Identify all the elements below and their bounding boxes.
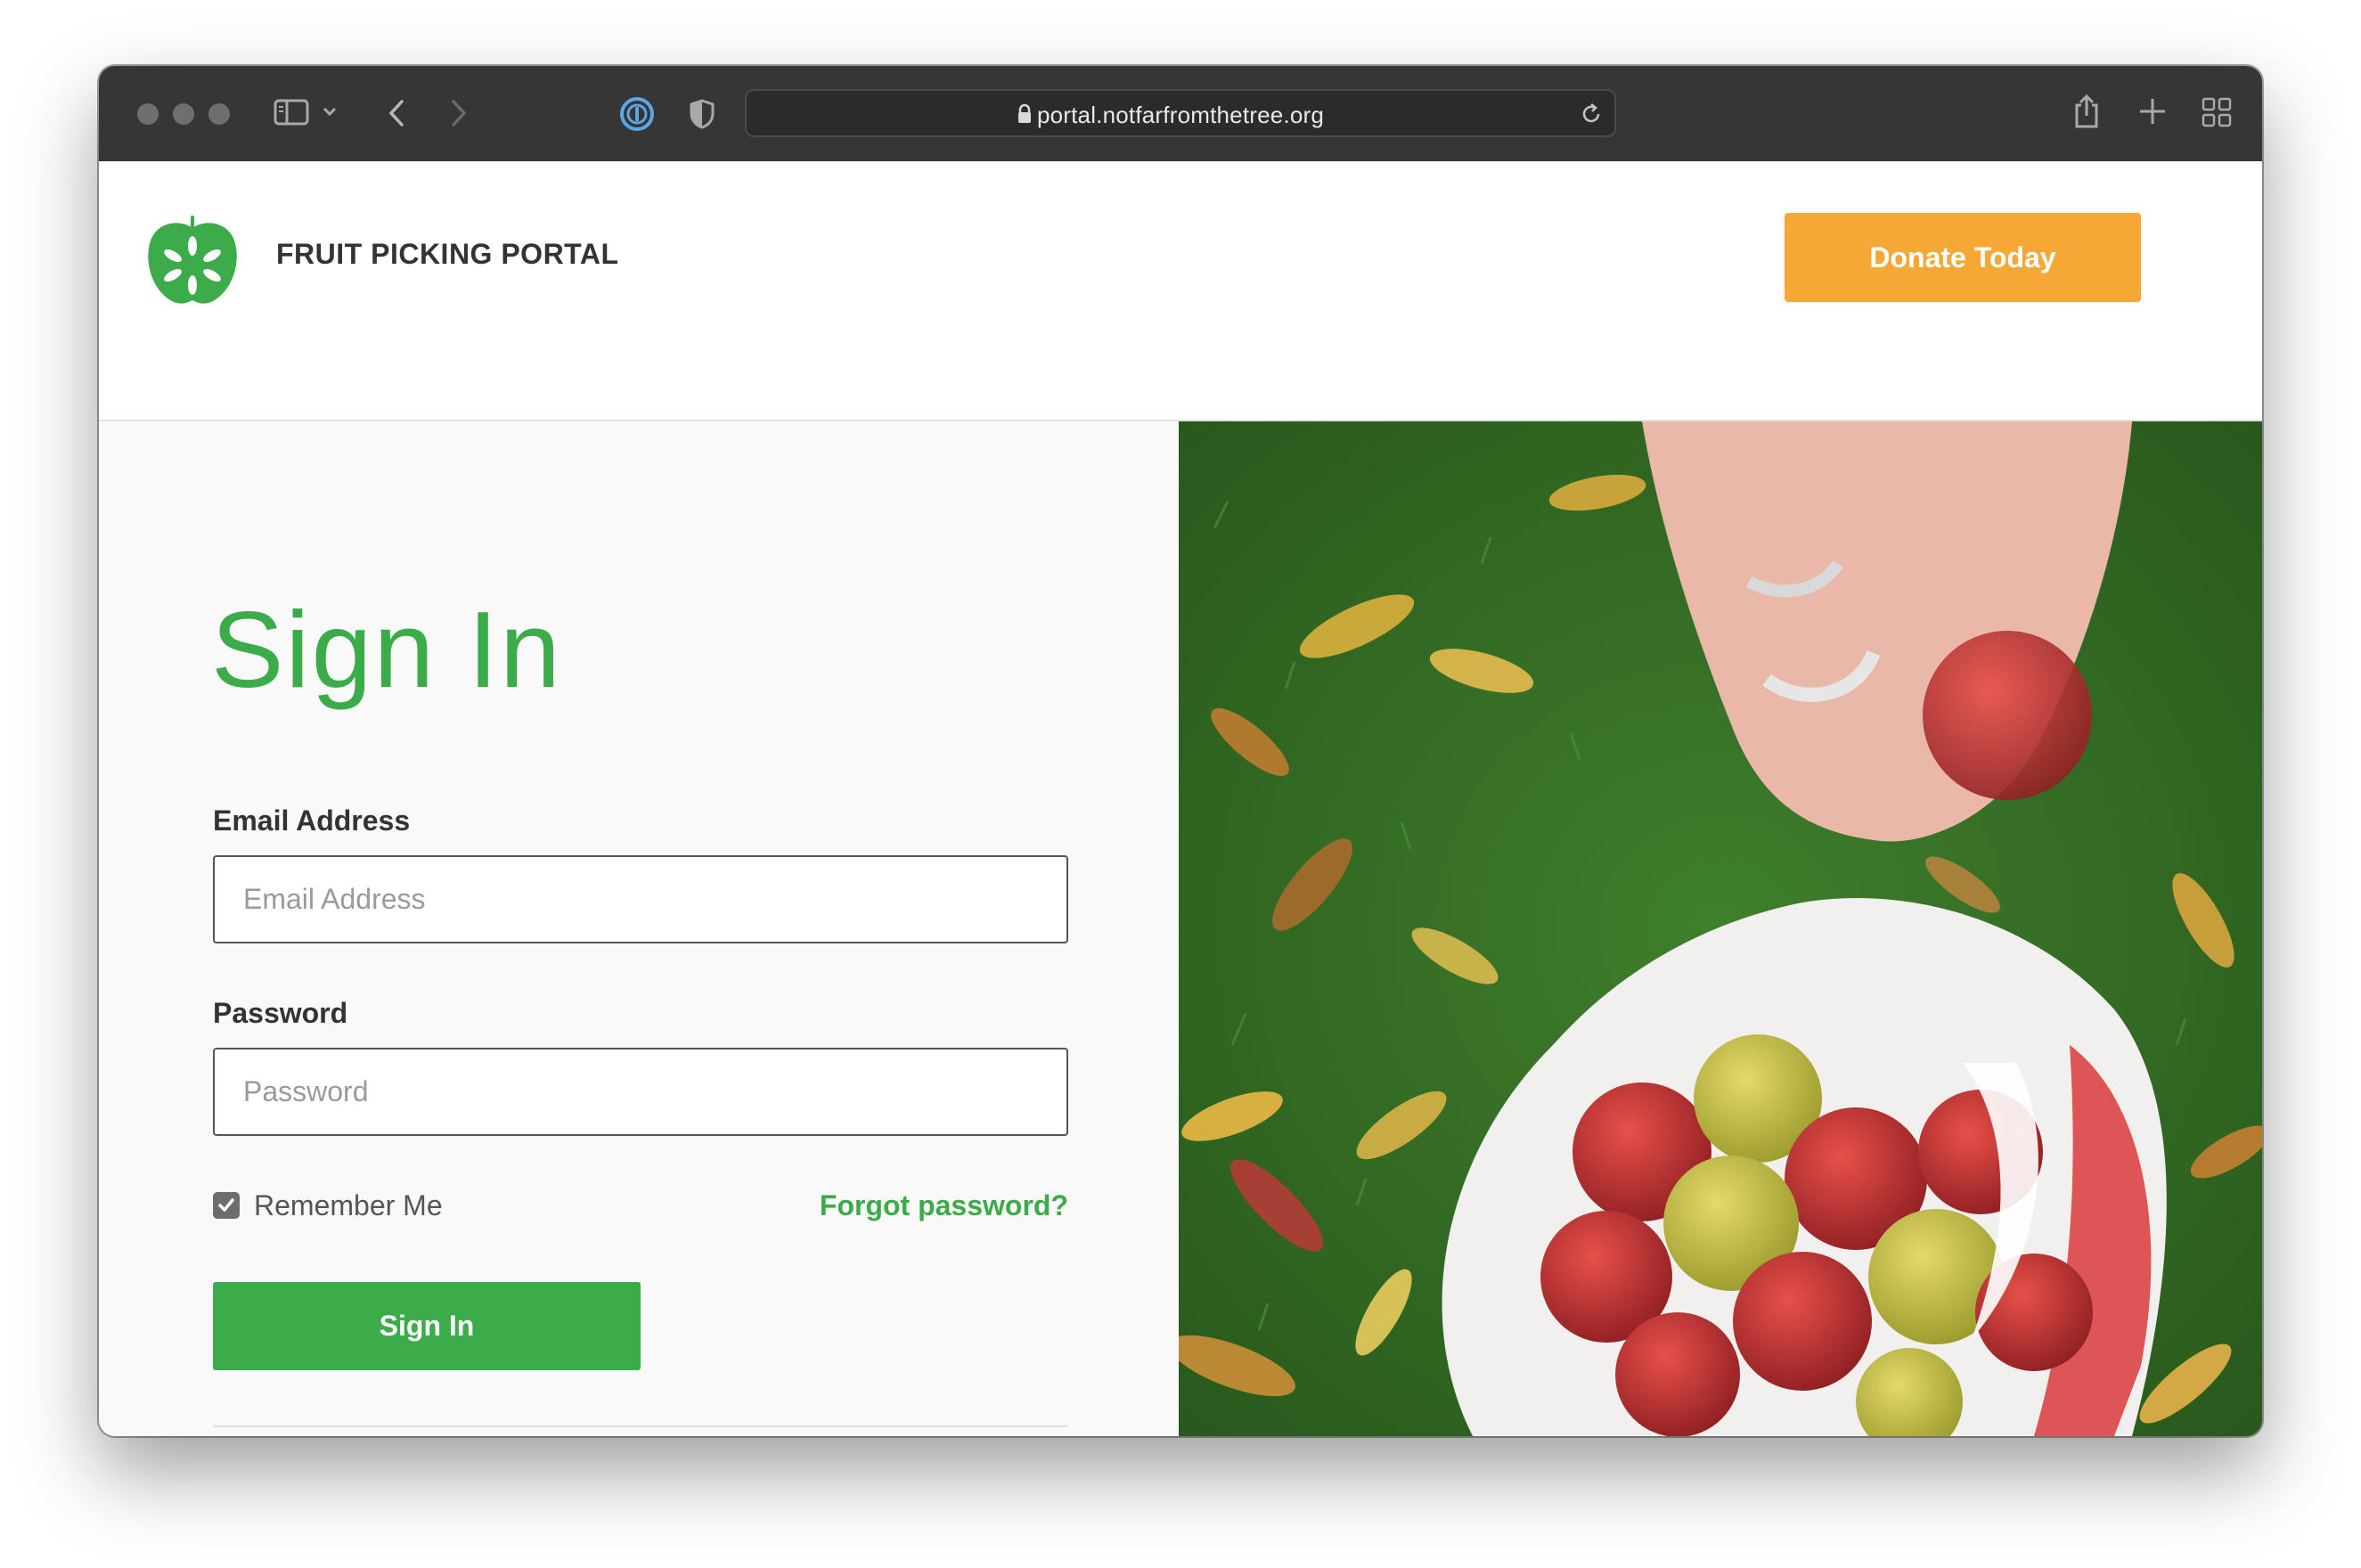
forward-icon[interactable]: [448, 98, 470, 128]
site-header: FRUIT PICKING PORTAL Donate Today: [99, 161, 2262, 421]
new-tab-icon[interactable]: [2137, 96, 2168, 127]
donate-button[interactable]: Donate Today: [1785, 213, 2141, 302]
close-window-button[interactable]: [137, 103, 159, 125]
browser-toolbar: portal.notfarfromthetree.org: [99, 66, 2262, 162]
share-icon[interactable]: [2072, 93, 2101, 130]
sidebar-toggle-icon[interactable]: [274, 98, 309, 127]
form-divider: [213, 1425, 1068, 1427]
reload-icon[interactable]: [1581, 102, 1602, 130]
page-title: Sign In: [211, 589, 562, 710]
hero-photo: [1179, 421, 2262, 1436]
apple-logo-icon[interactable]: [145, 214, 240, 313]
email-label: Email Address: [213, 804, 411, 837]
chevron-down-icon[interactable]: [322, 105, 338, 118]
remember-me-checkbox[interactable]: [213, 1192, 240, 1219]
checkmark-icon: [218, 1198, 234, 1212]
password-manager-icon[interactable]: [619, 96, 655, 132]
remember-me[interactable]: Remember Me: [213, 1189, 443, 1221]
brand-title[interactable]: FRUIT PICKING PORTAL: [276, 238, 619, 271]
privacy-shield-icon[interactable]: [689, 98, 715, 130]
back-icon[interactable]: [386, 98, 407, 128]
address-bar[interactable]: portal.notfarfromthetree.org: [745, 89, 1616, 137]
sign-in-button[interactable]: Sign In: [213, 1282, 641, 1370]
tab-overview-icon[interactable]: [2202, 97, 2232, 127]
minimize-window-button[interactable]: [173, 103, 194, 125]
password-label: Password: [213, 997, 348, 1029]
password-field[interactable]: [213, 1048, 1068, 1136]
signin-panel: Sign In Email Address Password Remember …: [99, 421, 1179, 1436]
browser-window: portal.notfarfromthetree.org FRUIT PICKI…: [99, 66, 2262, 1436]
email-field[interactable]: [213, 855, 1068, 943]
remember-me-label: Remember Me: [254, 1188, 443, 1221]
url-text: portal.notfarfromthetree.org: [1036, 102, 1325, 128]
zoom-window-button[interactable]: [208, 103, 230, 125]
forgot-password-link[interactable]: Forgot password?: [820, 1189, 1068, 1222]
apple-picking-photo-icon: [1179, 421, 2262, 1436]
